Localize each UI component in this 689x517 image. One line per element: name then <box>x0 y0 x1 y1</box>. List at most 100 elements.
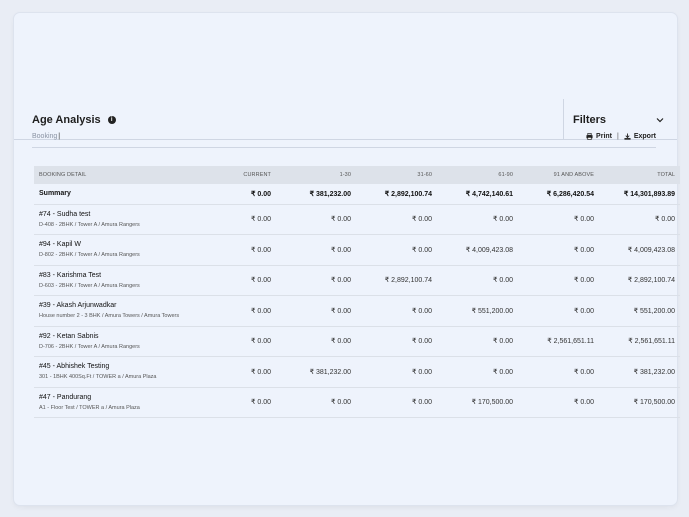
booking-unit: D-706 - 2BHK / Tower A / Amura Rangers <box>39 343 140 350</box>
cell-91-and-above: ₹ 0.00 <box>518 356 599 388</box>
cell-total: ₹ 551,200.00 <box>599 295 680 327</box>
booking-unit: D-603 - 2BHK / Tower A / Amura Rangers <box>39 282 140 289</box>
booking-name[interactable]: #94 - Kapil W <box>39 241 199 248</box>
cell-91-and-above: ₹ 0.00 <box>518 295 599 327</box>
booking-detail-cell: #83 - Karishma Test D-603 - 2BHK / Tower … <box>34 265 204 296</box>
cell-31-60: ₹ 0.00 <box>356 204 437 235</box>
table-row[interactable]: #92 - Ketan Sabnis D-706 - 2BHK / Tower A… <box>34 326 680 357</box>
cell-91-and-above: ₹ 0.00 <box>518 204 599 235</box>
tab-booking[interactable]: Booking| <box>32 133 60 140</box>
cell-1-30: ₹ 0.00 <box>276 295 356 327</box>
export-button[interactable]: Export <box>624 133 656 140</box>
col-current[interactable]: CURRENT <box>204 166 276 184</box>
print-button[interactable]: Print <box>586 133 612 140</box>
cell-current: ₹ 0.00 <box>204 265 276 296</box>
cell-1-30: ₹ 0.00 <box>276 204 356 235</box>
cell-61-90: ₹ 0.00 <box>437 204 518 235</box>
age-analysis-table: BOOKING DETAIL CURRENT 1-30 31-60 61-90 … <box>34 166 680 418</box>
cell-91-and-above: ₹ 0.00 <box>518 265 599 296</box>
col-1-30[interactable]: 1-30 <box>276 166 356 184</box>
cell-total: ₹ 2,892,100.74 <box>599 265 680 296</box>
summary-31-60: ₹ 2,892,100.74 <box>356 184 437 205</box>
cell-total: ₹ 4,009,423.08 <box>599 234 680 266</box>
cell-1-30: ₹ 0.00 <box>276 265 356 296</box>
cell-61-90: ₹ 0.00 <box>437 265 518 296</box>
cell-total: ₹ 170,500.00 <box>599 387 680 418</box>
col-61-90[interactable]: 61-90 <box>437 166 518 184</box>
booking-name[interactable]: #45 - Abhishek Testing <box>39 363 199 370</box>
cell-current: ₹ 0.00 <box>204 234 276 266</box>
table-row[interactable]: #45 - Abhishek Testing 301 - 1BHK 400Sq.F… <box>34 356 680 388</box>
cell-current: ₹ 0.00 <box>204 356 276 388</box>
summary-total: ₹ 14,301,893.89 <box>599 184 680 205</box>
cell-91-and-above: ₹ 0.00 <box>518 387 599 418</box>
col-91-and-above[interactable]: 91 AND ABOVE <box>518 166 599 184</box>
booking-name[interactable]: #74 - Sudha test <box>39 211 199 218</box>
cell-31-60: ₹ 0.00 <box>356 387 437 418</box>
table-row[interactable]: #39 - Akash Arjunwadkar House number 2 - … <box>34 295 680 327</box>
cell-current: ₹ 0.00 <box>204 204 276 235</box>
cell-61-90: ₹ 0.00 <box>437 326 518 357</box>
booking-unit: House number 2 - 3 BHK / Amura Towers / … <box>39 313 180 320</box>
col-booking-detail[interactable]: BOOKING DETAIL <box>34 166 204 184</box>
cell-91-and-above: ₹ 2,561,651.11 <box>518 326 599 357</box>
age-analysis-card: Age Analysis i Filters Booking| Print | <box>14 13 680 505</box>
booking-unit: A1 - Floor Test / TOWER a / Amura Plaza <box>39 404 140 411</box>
summary-current: ₹ 0.00 <box>204 184 276 205</box>
table-row[interactable]: #94 - Kapil W D-802 - 2BHK / Tower A / Am… <box>34 234 680 266</box>
printer-icon <box>586 133 593 140</box>
cell-total: ₹ 2,561,651.11 <box>599 326 680 357</box>
filters-label: Filters <box>573 113 607 126</box>
cell-31-60: ₹ 0.00 <box>356 295 437 327</box>
toolbar: Booking| Print | Export <box>32 128 656 148</box>
booking-unit: D-802 - 2BHK / Tower A / Amura Rangers <box>39 252 140 259</box>
booking-detail-cell: #74 - Sudha test D-408 - 2BHK / Tower A /… <box>34 204 204 235</box>
booking-detail-cell: #92 - Ketan Sabnis D-706 - 2BHK / Tower A… <box>34 326 204 357</box>
cell-61-90: ₹ 4,009,423.08 <box>437 234 518 266</box>
cell-1-30: ₹ 0.00 <box>276 326 356 357</box>
print-label: Print <box>596 133 612 140</box>
summary-label: Summary <box>34 184 204 205</box>
table-row[interactable]: #47 - Pandurang A1 - Floor Test / TOWER a… <box>34 387 680 418</box>
table-row[interactable]: #74 - Sudha test D-408 - 2BHK / Tower A /… <box>34 204 680 235</box>
cell-current: ₹ 0.00 <box>204 326 276 357</box>
cell-61-90: ₹ 551,200.00 <box>437 295 518 327</box>
summary-1-30: ₹ 381,232.00 <box>276 184 356 205</box>
cell-current: ₹ 0.00 <box>204 295 276 327</box>
cell-1-30: ₹ 381,232.00 <box>276 356 356 388</box>
booking-unit: 301 - 1BHK 400Sq.Ft / TOWER a / Amura Pl… <box>39 374 157 381</box>
cell-current: ₹ 0.00 <box>204 387 276 418</box>
cell-31-60: ₹ 0.00 <box>356 234 437 266</box>
tab-booking-label: Booking <box>32 133 58 140</box>
cell-total: ₹ 381,232.00 <box>599 356 680 388</box>
booking-name[interactable]: #47 - Pandurang <box>39 394 199 401</box>
text-cursor-icon: | <box>58 133 61 140</box>
cell-61-90: ₹ 170,500.00 <box>437 387 518 418</box>
booking-detail-cell: #47 - Pandurang A1 - Floor Test / TOWER a… <box>34 387 204 418</box>
summary-61-90: ₹ 4,742,140.61 <box>437 184 518 205</box>
action-separator: | <box>617 133 619 140</box>
summary-row: Summary ₹ 0.00 ₹ 381,232.00 ₹ 2,892,100.… <box>34 184 680 205</box>
cell-31-60: ₹ 0.00 <box>356 356 437 388</box>
booking-unit: D-408 - 2BHK / Tower A / Amura Rangers <box>39 221 140 228</box>
page-title: Age Analysis <box>32 113 101 126</box>
booking-name[interactable]: #39 - Akash Arjunwadkar <box>39 302 199 309</box>
cell-31-60: ₹ 0.00 <box>356 326 437 357</box>
booking-detail-cell: #94 - Kapil W D-802 - 2BHK / Tower A / Am… <box>34 234 204 266</box>
col-31-60[interactable]: 31-60 <box>356 166 437 184</box>
booking-detail-cell: #39 - Akash Arjunwadkar House number 2 - … <box>34 295 204 327</box>
cell-61-90: ₹ 0.00 <box>437 356 518 388</box>
actions: Print | Export <box>586 133 656 140</box>
download-icon <box>624 133 631 140</box>
summary-91-and-above: ₹ 6,286,420.54 <box>518 184 599 205</box>
booking-name[interactable]: #92 - Ketan Sabnis <box>39 333 199 340</box>
chevron-down-icon <box>656 117 664 122</box>
info-icon[interactable]: i <box>107 115 116 124</box>
booking-detail-cell: #45 - Abhishek Testing 301 - 1BHK 400Sq.F… <box>34 356 204 388</box>
col-total[interactable]: TOTAL <box>599 166 680 184</box>
booking-name[interactable]: #83 - Karishma Test <box>39 272 199 279</box>
cell-91-and-above: ₹ 0.00 <box>518 234 599 266</box>
cell-total: ₹ 0.00 <box>599 204 680 235</box>
table-row[interactable]: #83 - Karishma Test D-603 - 2BHK / Tower … <box>34 265 680 296</box>
cell-1-30: ₹ 0.00 <box>276 234 356 266</box>
